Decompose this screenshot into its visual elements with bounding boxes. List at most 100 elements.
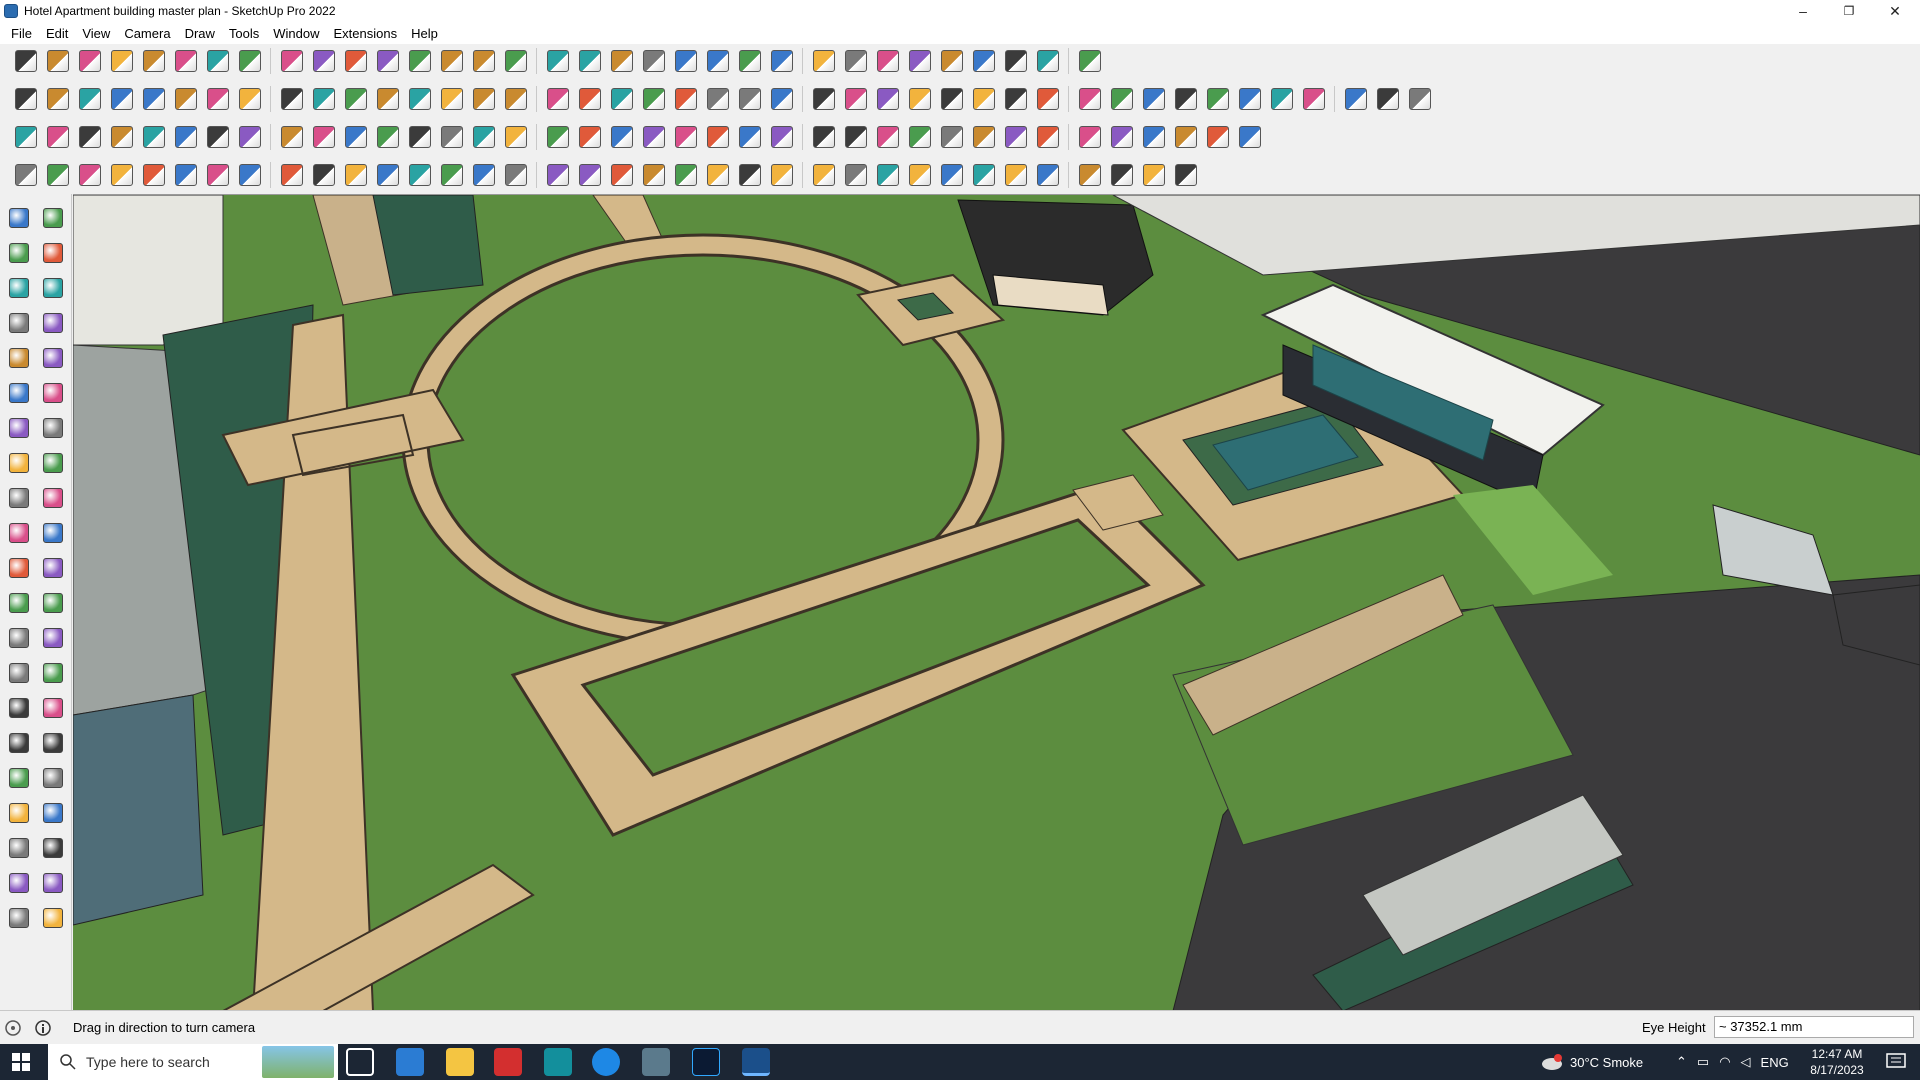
language-indicator[interactable]: ENG: [1761, 1055, 1789, 1070]
menu-tools[interactable]: Tools: [222, 26, 266, 41]
zoom-window-icon[interactable]: [39, 729, 67, 757]
hand-icon[interactable]: [542, 160, 573, 190]
beam-icon[interactable]: [340, 122, 371, 152]
curve-icon[interactable]: [372, 84, 403, 114]
cross-green-icon[interactable]: [468, 122, 499, 152]
line-icon[interactable]: [5, 309, 33, 337]
push-pull-icon[interactable]: [202, 46, 233, 76]
tape-measure-icon[interactable]: [5, 589, 33, 617]
autocad-icon[interactable]: [494, 1048, 522, 1076]
network-icon[interactable]: ◠: [1719, 1054, 1730, 1070]
ellipse-icon[interactable]: [936, 84, 967, 114]
house-icon[interactable]: [574, 84, 605, 114]
edge-browser-icon[interactable]: [592, 1048, 620, 1076]
circle-icon[interactable]: [5, 379, 33, 407]
pan-icon[interactable]: [500, 46, 531, 76]
move-small-icon[interactable]: [734, 122, 765, 152]
revolve-icon[interactable]: [1138, 84, 1169, 114]
tube-icon[interactable]: [404, 160, 435, 190]
eye-height-field[interactable]: ~ 37352.1 mm: [1714, 1016, 1914, 1038]
flag-icon[interactable]: [1074, 46, 1105, 76]
rotated-rect-icon[interactable]: [39, 344, 67, 372]
geo-location-icon[interactable]: [4, 1019, 22, 1037]
menu-file[interactable]: File: [4, 26, 39, 41]
flatten-icon[interactable]: [542, 84, 573, 114]
walk-icon[interactable]: [5, 834, 33, 862]
plane-tilt-icon[interactable]: [1106, 160, 1137, 190]
3d-text-icon[interactable]: [39, 659, 67, 687]
rotate-icon[interactable]: [308, 46, 339, 76]
calculator-app-icon[interactable]: [396, 1048, 424, 1076]
arrow-up-icon[interactable]: [872, 46, 903, 76]
position-camera-icon[interactable]: [5, 799, 33, 827]
cylinder-icon[interactable]: [170, 160, 201, 190]
corner-2-icon[interactable]: [308, 160, 339, 190]
photoshop-icon[interactable]: [692, 1048, 720, 1076]
section-fill-icon[interactable]: [39, 869, 67, 897]
scissors-icon[interactable]: [670, 122, 701, 152]
section-plane-icon[interactable]: [39, 834, 67, 862]
tape-measure-icon[interactable]: [372, 46, 403, 76]
fold-2-icon[interactable]: [606, 160, 637, 190]
sandbox-icon[interactable]: [840, 46, 871, 76]
eraser-icon[interactable]: [39, 239, 67, 267]
paint-bucket-icon[interactable]: [436, 46, 467, 76]
close-small-icon[interactable]: [138, 122, 169, 152]
pan-icon[interactable]: [39, 694, 67, 722]
terrain-icon[interactable]: [500, 84, 531, 114]
gear-2-icon[interactable]: [1032, 160, 1063, 190]
mesh-icon[interactable]: [840, 160, 871, 190]
three-point-arc-icon[interactable]: [5, 449, 33, 477]
arc-icon[interactable]: [1000, 84, 1031, 114]
gear-3-icon[interactable]: [1074, 160, 1105, 190]
bucket-icon[interactable]: [766, 122, 797, 152]
grid-icon[interactable]: [1266, 84, 1297, 114]
explode-icon[interactable]: [1000, 122, 1031, 152]
file-explorer-icon[interactable]: [446, 1048, 474, 1076]
knife-icon[interactable]: [808, 84, 839, 114]
shape-icon[interactable]: [1074, 84, 1105, 114]
fillet-icon[interactable]: [372, 160, 403, 190]
info-icon[interactable]: [34, 1019, 52, 1037]
car-icon[interactable]: [74, 160, 105, 190]
move-icon[interactable]: [5, 484, 33, 512]
hook-icon[interactable]: [808, 122, 839, 152]
tile-icon[interactable]: [1074, 122, 1105, 152]
warp-icon[interactable]: [436, 160, 467, 190]
user-icon[interactable]: [734, 46, 765, 76]
roof-icon[interactable]: [670, 84, 701, 114]
pattern-icon[interactable]: [936, 160, 967, 190]
fence-icon[interactable]: [468, 160, 499, 190]
text-icon[interactable]: [39, 624, 67, 652]
cube-red-icon[interactable]: [968, 122, 999, 152]
menu-help[interactable]: Help: [404, 26, 445, 41]
battery-icon[interactable]: ▭: [1697, 1054, 1709, 1070]
weather-widget[interactable]: 30°C Smoke: [1540, 1044, 1643, 1080]
pencil-icon[interactable]: [39, 274, 67, 302]
split-icon[interactable]: [1234, 122, 1265, 152]
curve-2-icon[interactable]: [574, 160, 605, 190]
push-icon[interactable]: [106, 84, 137, 114]
push-pull-icon[interactable]: [39, 484, 67, 512]
shrink-icon[interactable]: [1170, 122, 1201, 152]
menu-draw[interactable]: Draw: [178, 26, 222, 41]
cage-icon[interactable]: [500, 160, 531, 190]
paint-icon[interactable]: [170, 46, 201, 76]
tree-2-icon[interactable]: [1170, 160, 1201, 190]
box-icon[interactable]: [10, 84, 41, 114]
spline-icon[interactable]: [1106, 84, 1137, 114]
look-around-icon[interactable]: [39, 799, 67, 827]
spiral-icon[interactable]: [702, 122, 733, 152]
component-icon[interactable]: [808, 46, 839, 76]
tile-2-icon[interactable]: [1106, 122, 1137, 152]
plane-z-icon[interactable]: [202, 84, 233, 114]
zoom-extents-icon[interactable]: [574, 46, 605, 76]
ribbon-icon[interactable]: [808, 160, 839, 190]
pencil-icon[interactable]: [106, 46, 137, 76]
bridge-icon[interactable]: [872, 160, 903, 190]
redo-icon[interactable]: [1032, 46, 1063, 76]
dot-icon[interactable]: [106, 160, 137, 190]
circle-dash-icon[interactable]: [1202, 122, 1233, 152]
plane-v-icon[interactable]: [234, 84, 265, 114]
section-cuts-icon[interactable]: [5, 904, 33, 932]
